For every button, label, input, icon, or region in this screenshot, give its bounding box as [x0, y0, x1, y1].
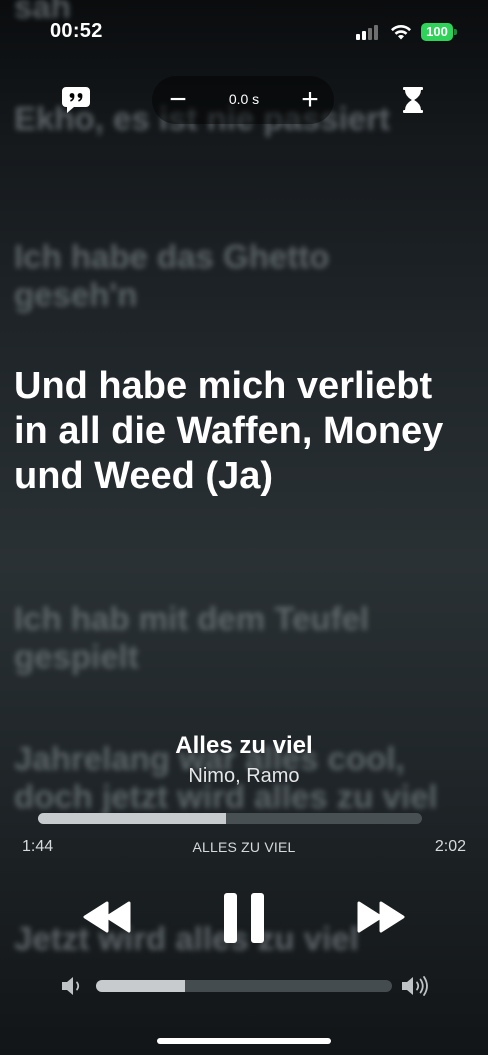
- battery-icon: 100: [421, 23, 457, 41]
- lyrics-player-screen: sah Ekho, es ist nie passiert Ich habe d…: [0, 0, 488, 1055]
- playback-progress-slider[interactable]: [38, 813, 422, 824]
- hourglass-icon[interactable]: [396, 84, 430, 116]
- volume-slider[interactable]: [96, 980, 392, 992]
- quote-bubble-icon[interactable]: [54, 80, 98, 120]
- lyric-line-current[interactable]: Und habe mich verliebt in all die Waffen…: [14, 364, 454, 498]
- status-time: 00:52: [50, 20, 103, 42]
- offset-decrease-button[interactable]: −: [164, 82, 192, 118]
- playback-progress-fill: [38, 813, 227, 824]
- song-artist[interactable]: Nimo, Ramo: [0, 765, 488, 788]
- cellular-signal-icon: [356, 24, 380, 40]
- rewind-icon[interactable]: [82, 900, 134, 934]
- home-indicator[interactable]: [157, 1038, 331, 1044]
- speaker-high-icon: [400, 975, 432, 997]
- total-time: 2:02: [434, 838, 466, 855]
- track-caption: ALLES ZU VIEL: [192, 839, 296, 855]
- speaker-low-icon: [60, 975, 86, 997]
- battery-level: 100: [421, 23, 453, 41]
- wifi-icon: [389, 22, 413, 41]
- offset-increase-button[interactable]: +: [296, 82, 324, 118]
- lyric-line-upcoming[interactable]: Ich hab mit dem Teufel gespielt: [14, 600, 454, 677]
- volume-fill: [96, 980, 185, 992]
- offset-value: 0.0 s: [228, 91, 260, 107]
- song-title: Alles zu viel: [175, 732, 313, 759]
- fast-forward-icon[interactable]: [354, 900, 406, 934]
- lyric-line-past[interactable]: Ich habe das Ghetto geseh'n: [14, 238, 454, 315]
- pause-icon[interactable]: [222, 893, 266, 943]
